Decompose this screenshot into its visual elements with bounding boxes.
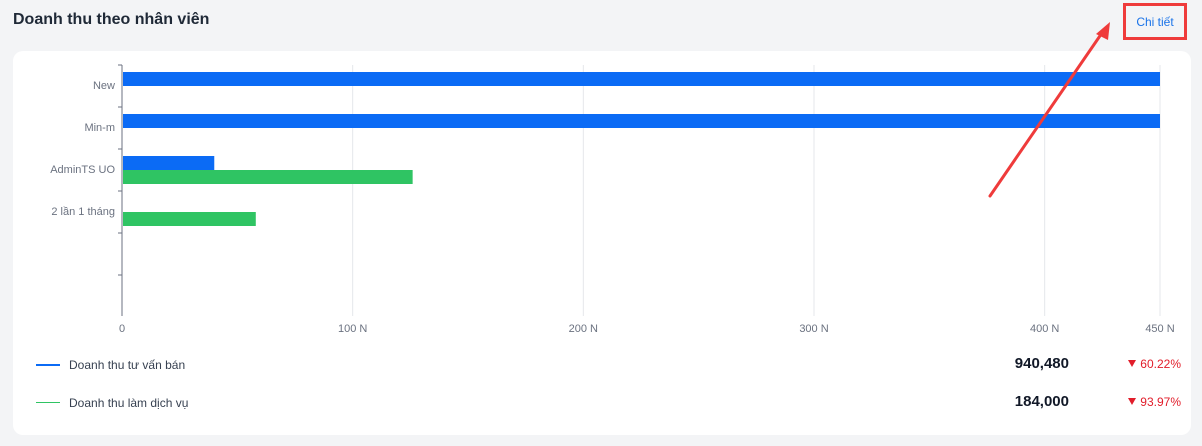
arrow-down-icon (1128, 360, 1137, 367)
legend-row-service: Doanh thu làm dịch vụ 184,000 93.97% (13, 393, 1191, 413)
legend-value: 940,480 (1014, 355, 1069, 372)
arrow-head-icon (1096, 22, 1110, 40)
bar (123, 170, 413, 184)
legend-change-value: 93.97% (1140, 395, 1181, 409)
x-tick-label: 200 N (569, 323, 598, 335)
detail-link[interactable]: Chi tiết (1123, 3, 1187, 40)
legend-value: 184,000 (1014, 393, 1069, 410)
legend-change: 93.97% (1128, 395, 1181, 409)
bar (123, 114, 1160, 128)
x-tick-label: 400 N (1030, 323, 1059, 335)
chart-card: 0 100 N 200 N 300 N 400 N 450 N New Min-m AdminT… (13, 51, 1191, 435)
arrow-down-icon (1128, 398, 1137, 405)
legend-label: Doanh thu làm dịch vụ (69, 396, 189, 410)
x-tick-label: 450 N (1145, 323, 1174, 335)
legend-line-service (36, 402, 60, 403)
x-tick-label: 300 N (799, 323, 828, 335)
y-tick-label: AdminTS UO (50, 164, 115, 176)
legend-label: Doanh thu tư vấn bán (69, 358, 186, 372)
bar (123, 212, 256, 226)
y-tick-label: New (93, 80, 115, 92)
y-tick-label: 2 lần 1 tháng (51, 206, 115, 218)
x-tick-label: 100 N (338, 323, 367, 335)
legend-change-value: 60.22% (1140, 357, 1181, 371)
revenue-bar-chart: 0 100 N 200 N 300 N 400 N 450 N New Min-m AdminT… (50, 64, 1175, 335)
bar (123, 72, 1160, 86)
legend-row-sales: Doanh thu tư vấn bán 940,480 60.22% (13, 355, 1191, 375)
legend-line-sales (36, 364, 60, 366)
page-title: Doanh thu theo nhân viên (13, 11, 210, 28)
y-tick-label: Min-m (84, 122, 115, 134)
x-tick-label: 0 (119, 323, 125, 335)
legend-change: 60.22% (1128, 357, 1181, 371)
bar (123, 156, 215, 170)
